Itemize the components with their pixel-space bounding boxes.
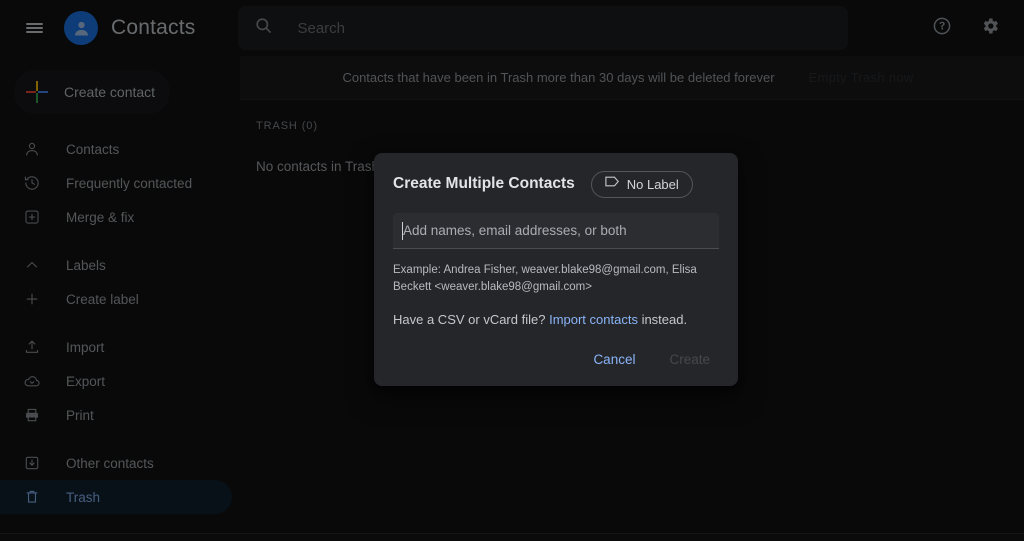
label-tag-icon xyxy=(605,175,620,193)
csv-hint-prefix: Have a CSV or vCard file? xyxy=(393,312,550,327)
no-label-chip-text: No Label xyxy=(626,176,679,192)
names-field-wrapper[interactable] xyxy=(393,213,719,249)
dialog-title: Create Multiple Contacts xyxy=(393,175,575,192)
no-label-chip[interactable]: No Label xyxy=(590,170,693,198)
example-hint-text: Example: Andrea Fisher, weaver.blake98@g… xyxy=(393,264,697,293)
csv-hint-suffix: instead. xyxy=(637,312,688,327)
window-bottom-edge xyxy=(0,533,1024,541)
csv-import-hint: Have a CSV or vCard file? Import contact… xyxy=(393,312,719,327)
names-emails-input[interactable] xyxy=(401,222,711,239)
import-contacts-link[interactable]: Import contacts xyxy=(549,312,638,327)
dialog-action-buttons: Cancel Create xyxy=(579,344,724,375)
text-caret xyxy=(402,222,403,240)
create-multiple-contacts-dialog: Create Multiple Contacts No Label Exampl… xyxy=(374,153,738,386)
contacts-app-window: Contacts Search Create contact Contacts … xyxy=(0,0,1024,541)
cancel-button[interactable]: Cancel xyxy=(579,344,649,375)
create-button[interactable]: Create xyxy=(655,344,724,375)
dialog-header: Create Multiple Contacts No Label xyxy=(393,169,719,199)
